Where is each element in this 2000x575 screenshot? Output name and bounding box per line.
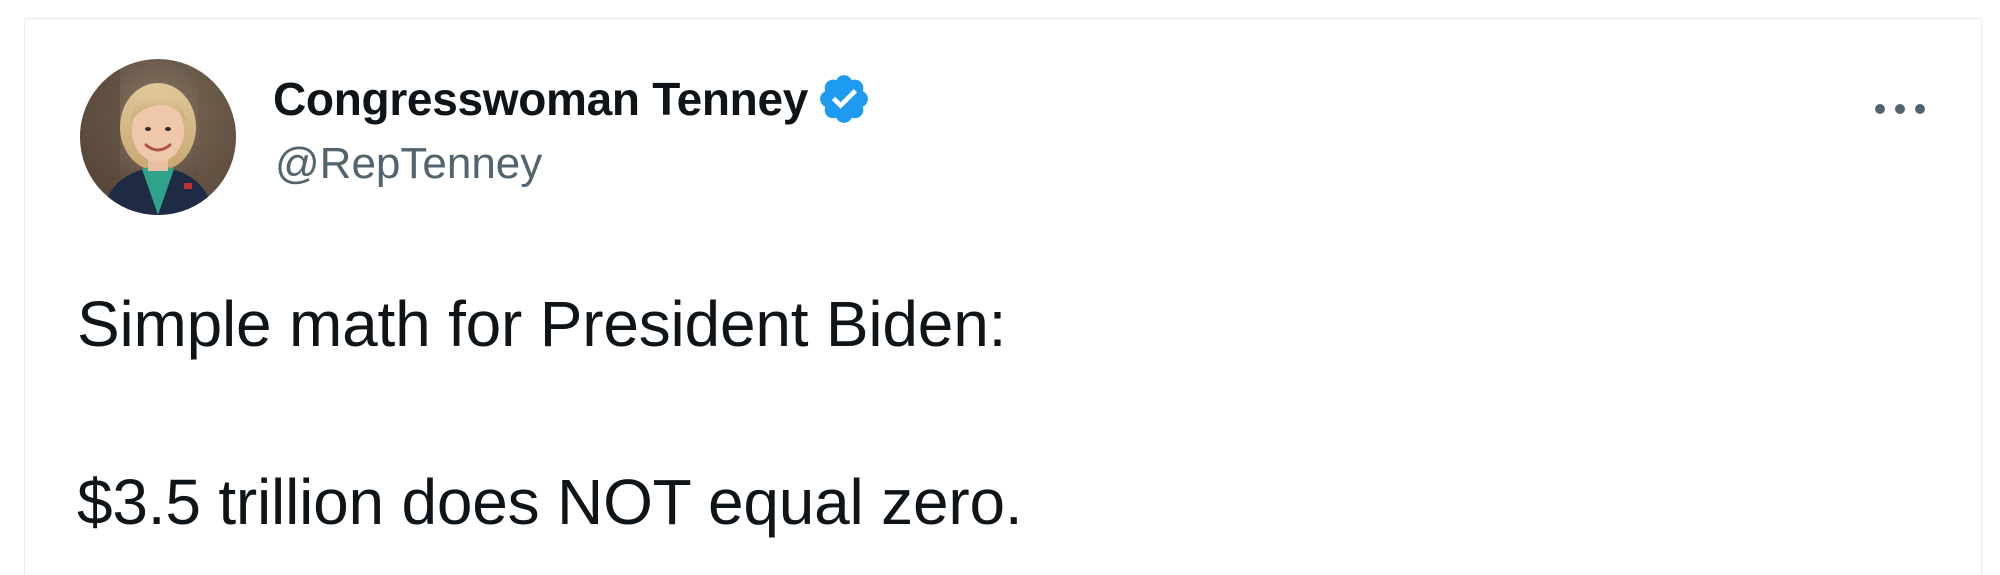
tweet-text-line-2: $3.5 trillion does NOT equal zero. [77, 466, 1023, 538]
author-handle[interactable]: @RepTenney [275, 139, 542, 189]
more-options-button[interactable] [1865, 89, 1935, 129]
more-options-icon [1875, 104, 1925, 114]
verified-badge-icon [816, 71, 872, 127]
author-name-row[interactable]: Congresswoman Tenney [273, 71, 872, 127]
avatar[interactable] [80, 59, 236, 215]
tweet-card: Congresswoman Tenney @RepTenney Simple m… [24, 18, 1982, 575]
page: Congresswoman Tenney @RepTenney Simple m… [0, 0, 2000, 575]
author-display-name[interactable]: Congresswoman Tenney [273, 72, 808, 126]
profile-photo-icon [80, 59, 236, 215]
tweet-text-line-1: Simple math for President Biden: [77, 288, 1007, 360]
